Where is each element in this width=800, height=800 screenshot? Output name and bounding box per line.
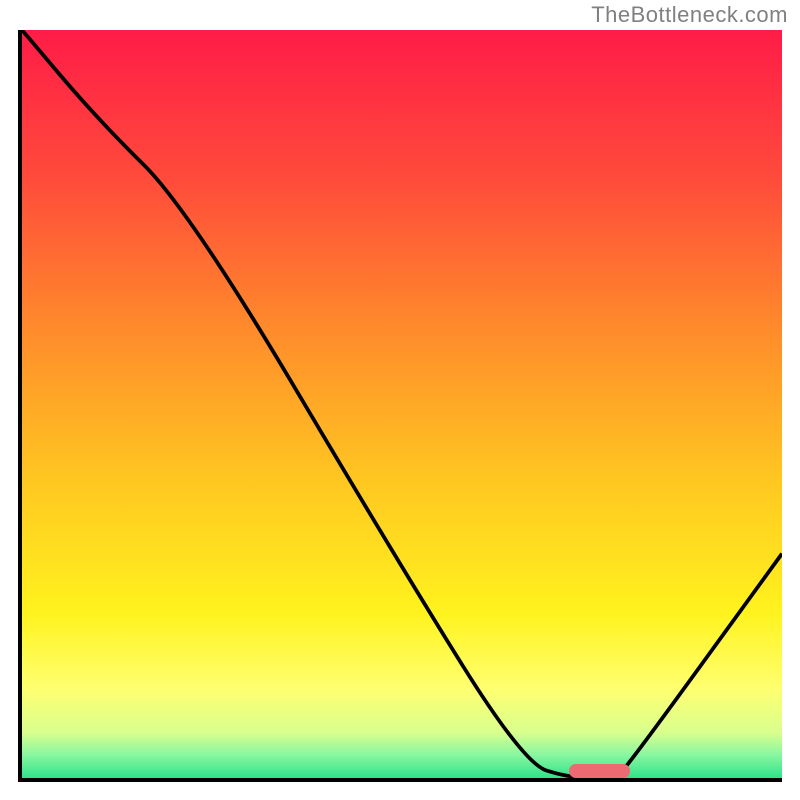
plot-area bbox=[18, 30, 782, 782]
curve-layer bbox=[22, 30, 782, 778]
bottleneck-curve bbox=[22, 30, 782, 778]
chart-container: TheBottleneck.com bbox=[0, 0, 800, 800]
optimal-zone-marker bbox=[569, 764, 630, 778]
watermark-text: TheBottleneck.com bbox=[591, 2, 788, 28]
